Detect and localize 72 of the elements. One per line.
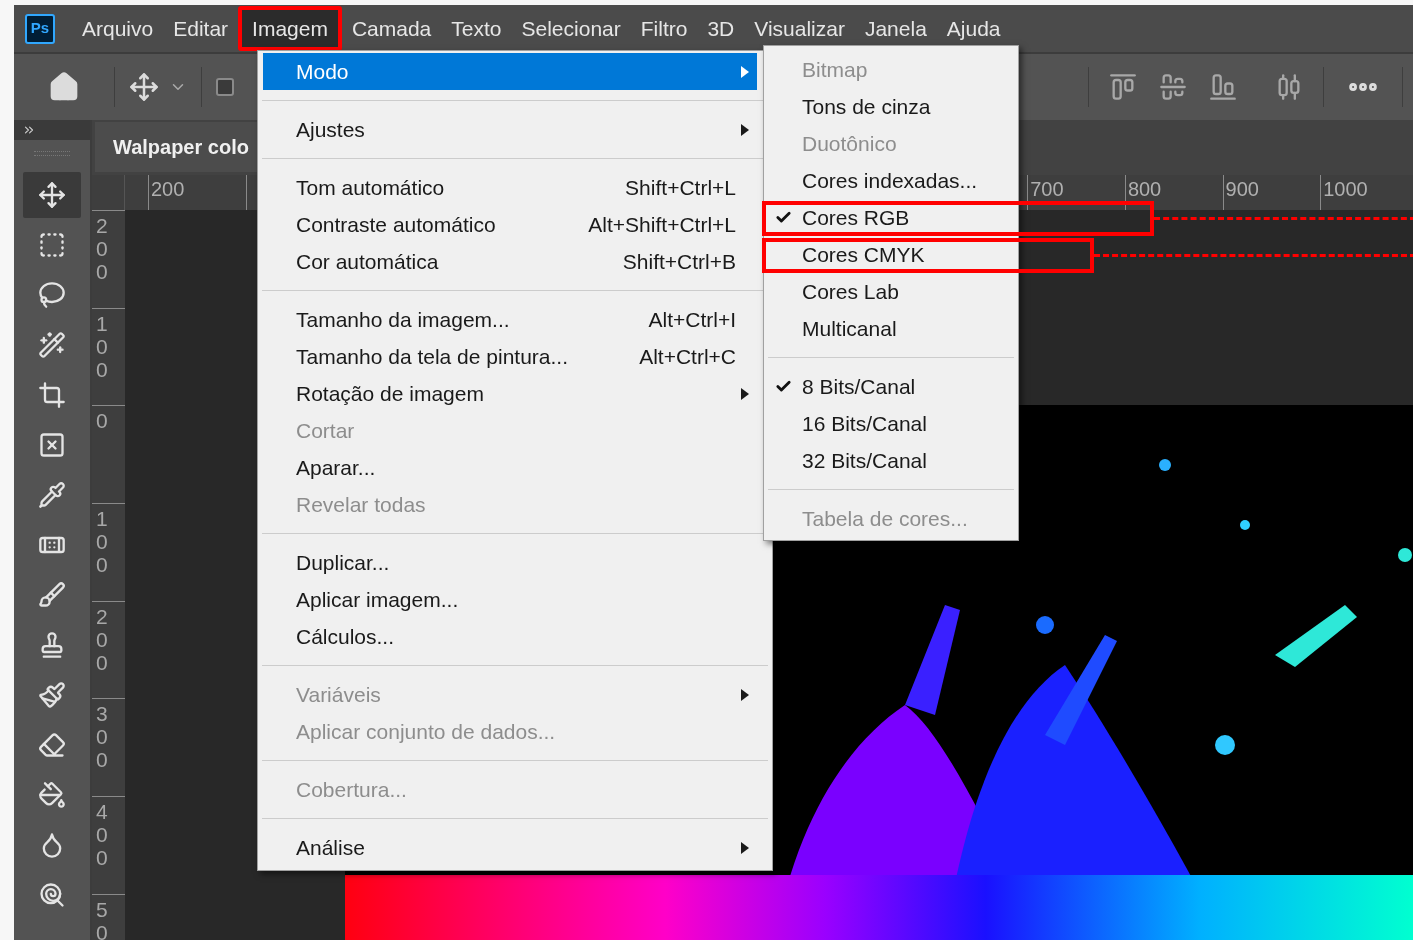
shortcut-text: Shift+Ctrl+B (622, 248, 736, 275)
shortcut-text: Shift+Ctrl+L (625, 174, 736, 201)
menu-item[interactable]: Duplicar... (263, 544, 757, 581)
menu-bar-item[interactable]: Selecionar (511, 6, 631, 51)
menu-bar-item[interactable]: Camada (341, 6, 442, 51)
menu-item[interactable]: Aplicar imagem... (263, 581, 757, 618)
align-middle-icon[interactable] (1159, 73, 1187, 101)
shortcut-text: Alt+Shift+Ctrl+L (588, 211, 736, 238)
menu-item[interactable]: Cálculos... (263, 618, 757, 655)
checkmark-icon (775, 378, 792, 395)
move-icon (38, 181, 66, 209)
menu-item[interactable]: Análise (263, 829, 757, 866)
app-logo: Ps (25, 13, 55, 44)
paintbrush-icon (38, 681, 66, 709)
menu-bar-item[interactable]: Imagem (238, 6, 342, 51)
menu-item[interactable]: Cor automática Shift+Ctrl+B (263, 243, 757, 280)
brush-icon (38, 581, 66, 609)
collapse-icon[interactable] (22, 123, 36, 137)
paint-bucket-icon (38, 781, 66, 809)
align-bottom-icon[interactable] (1209, 73, 1237, 101)
menu-item[interactable]: Tamanho da imagem... Alt+Ctrl+I (263, 301, 757, 338)
menu-item[interactable]: Aparar... (263, 449, 757, 486)
align-top-icon[interactable] (1109, 73, 1137, 101)
submenu-item[interactable]: Cores indexadas... (764, 162, 1018, 199)
checkbox[interactable] (216, 78, 234, 96)
ruler-label: 1000 (1322, 179, 1368, 199)
ruler-label: 100 (96, 311, 109, 381)
checkmark-icon (775, 209, 792, 226)
ruler-label: 0 (96, 409, 109, 433)
menu-bar-item[interactable]: Texto (441, 6, 512, 51)
menu-bar-item[interactable]: 3D (697, 6, 745, 51)
submenu-item[interactable]: Tons de cinza (764, 88, 1018, 125)
menu-item[interactable]: Rotação de imagem (263, 375, 757, 412)
ruler-label: 50 (96, 897, 109, 940)
menu-bar-item[interactable]: Filtro (630, 6, 698, 51)
menu-item[interactable]: Contraste automático Alt+Shift+Ctrl+L (263, 206, 757, 243)
ruler-label: 200 (96, 214, 109, 283)
menu-bar-item[interactable]: Janela (854, 6, 937, 51)
menu-bar-item[interactable]: Ajuda (936, 6, 1011, 51)
shortcut-text: Alt+Ctrl+C (639, 343, 736, 370)
menu-bar-item[interactable]: Arquivo (72, 6, 164, 51)
eyedropper-icon (38, 481, 66, 509)
ruler-label: 200 (96, 604, 109, 674)
dashed-square-icon (38, 231, 66, 259)
ruler-label: 700 (1029, 179, 1064, 199)
lollipop-icon (38, 881, 66, 909)
crossed-box-icon (38, 431, 66, 459)
ruler-label: 900 (1224, 179, 1259, 199)
submenu-item[interactable]: 16 Bits/Canal (764, 405, 1018, 442)
submenu-item[interactable]: 32 Bits/Canal (764, 442, 1018, 479)
menu-bar-item[interactable]: Visualizar (744, 6, 855, 51)
menu-bar-item[interactable]: Editar (163, 6, 239, 51)
ruler-label: 100 (96, 507, 109, 577)
home-icon (48, 71, 80, 103)
menu-item[interactable]: Tamanho da tela de pintura... Alt+Ctrl+C (263, 338, 757, 375)
submenu-item[interactable]: Multicanal (764, 310, 1018, 347)
menu-item[interactable]: Tom automático Shift+Ctrl+L (263, 169, 757, 206)
move-icon (129, 72, 159, 102)
shortcut-text: Alt+Ctrl+I (648, 306, 736, 333)
crop-icon (38, 381, 66, 409)
ruler-label: 300 (96, 702, 109, 772)
menu-item[interactable]: Modo (263, 53, 757, 90)
panel-grip[interactable] (34, 151, 70, 156)
ruler-label: 400 (96, 800, 109, 870)
eraser-icon (38, 731, 66, 759)
ruler-label: 200 (150, 179, 185, 199)
magic-wand-icon (38, 331, 66, 359)
submenu-item[interactable]: Cores Lab (764, 273, 1018, 310)
submenu-item[interactable]: 8 Bits/Canal (764, 368, 1018, 405)
ruler-label: 800 (1126, 179, 1162, 199)
tool-button[interactable] (23, 172, 81, 218)
lasso-icon (38, 281, 66, 309)
